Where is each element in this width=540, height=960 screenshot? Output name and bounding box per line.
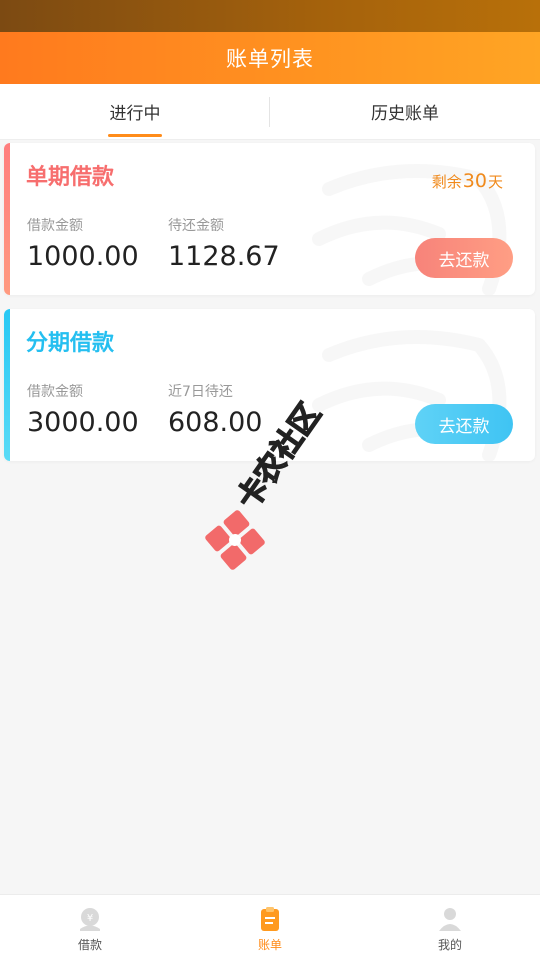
loan-amount-label: 借款金额 [27, 384, 83, 400]
loan-amount-value: 3000.00 [27, 407, 139, 438]
due-amount-label: 待还金额 [168, 218, 224, 234]
watermark-text: 卡农社区 [230, 397, 327, 515]
active-tab-indicator [108, 134, 162, 137]
due-amount-value: 1128.67 [168, 241, 280, 272]
loan-card-single[interactable]: 单期借款 剩余 30 天 借款金额 1000.00 待还金额 1128.67 去… [4, 143, 535, 295]
svg-text:¥: ¥ [87, 913, 93, 924]
tab-bar: 进行中 历史账单 [0, 84, 540, 140]
loan-type-title: 分期借款 [26, 331, 115, 356]
user-icon [439, 908, 461, 931]
nav-loan-label: 借款 [77, 938, 102, 952]
watermark-logo: 卡农社区 [205, 397, 329, 570]
remaining-suffix: 天 [487, 173, 503, 191]
loan-type-title: 单期借款 [26, 165, 115, 190]
bottom-nav: ¥ 借款 账单 我的 [0, 894, 540, 960]
loan-amount-label: 借款金额 [27, 218, 83, 234]
remaining-days: 剩余 30 天 [432, 170, 503, 192]
status-bar [0, 0, 540, 32]
nav-bill[interactable]: 账单 [180, 895, 360, 960]
loan-amount-value: 1000.00 [27, 241, 139, 272]
tab-in-progress-label: 进行中 [109, 104, 161, 124]
repay-button[interactable]: 去还款 [415, 238, 513, 278]
page-title: 账单列表 [226, 47, 314, 71]
tab-history[interactable]: 历史账单 [270, 84, 540, 139]
card-accent-bar [4, 309, 10, 461]
tab-in-progress[interactable]: 进行中 [0, 84, 270, 139]
remaining-days-value: 30 [462, 170, 487, 192]
title-bar: 账单列表 [0, 32, 540, 84]
bill-clipboard-icon [261, 907, 279, 931]
nav-mine[interactable]: 我的 [360, 895, 540, 960]
nav-bill-label: 账单 [257, 938, 282, 952]
repay-button[interactable]: 去还款 [415, 404, 513, 444]
tab-history-label: 历史账单 [371, 104, 439, 124]
money-bag-icon: ¥ [80, 908, 100, 931]
nav-mine-label: 我的 [437, 938, 462, 952]
card-accent-bar [4, 143, 10, 295]
remaining-prefix: 剩余 [431, 173, 462, 191]
nav-loan[interactable]: ¥ 借款 [0, 895, 180, 960]
